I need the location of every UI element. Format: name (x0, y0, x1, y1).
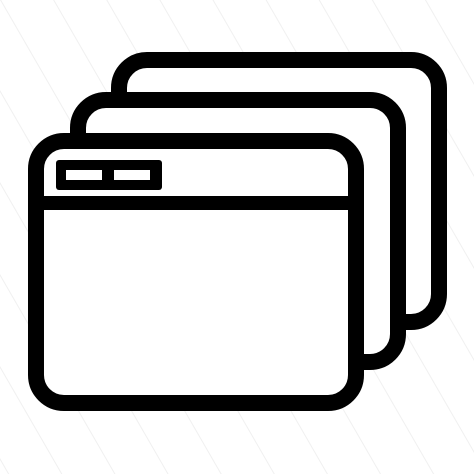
title-button-right (114, 170, 150, 180)
windows-stack-icon (0, 0, 474, 474)
title-button-left (66, 170, 102, 180)
